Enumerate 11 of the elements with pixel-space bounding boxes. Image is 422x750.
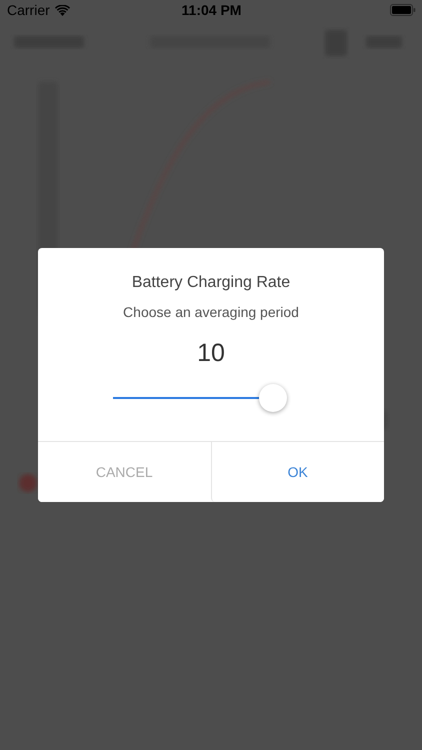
slider-thumb[interactable] [259,384,288,412]
value-label: 10 [197,339,225,368]
wifi-icon [54,4,70,16]
battery-icon [390,4,416,16]
carrier-label: Carrier [7,2,50,18]
dialog-message: Choose an averaging period [123,304,299,320]
slider[interactable] [113,384,289,412]
time-label: 11:04 PM [182,2,242,18]
ok-button[interactable]: OK [210,442,384,502]
blurred-dot [19,474,37,492]
dialog-title: Battery Charging Rate [132,274,290,292]
